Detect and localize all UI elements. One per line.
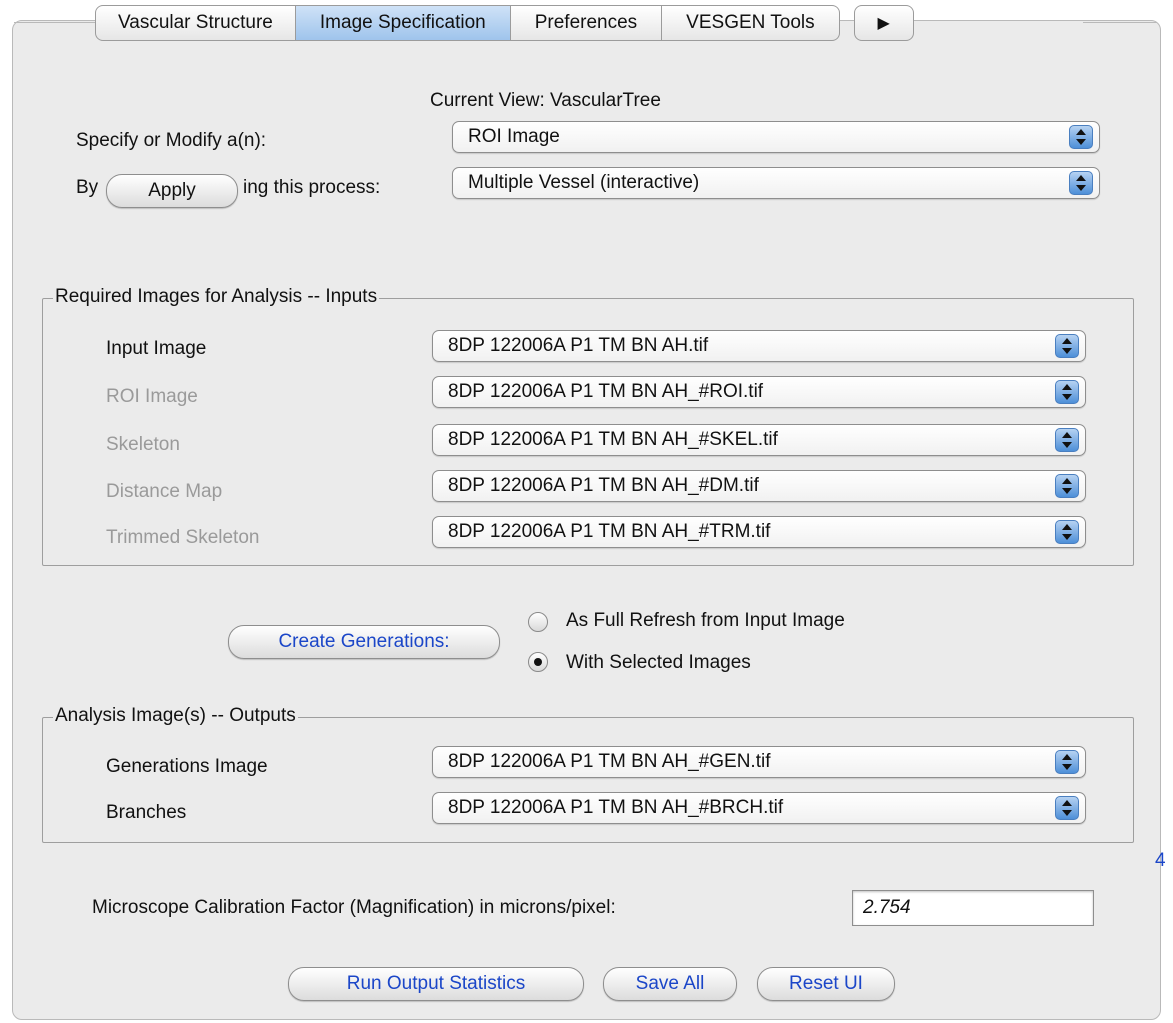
trimmed-skeleton-select[interactable]: 8DP 122006A P1 TM BN AH_#TRM.tif (432, 516, 1086, 548)
calibration-label: Microscope Calibration Factor (Magnifica… (92, 897, 616, 918)
distance-map-label: Distance Map (106, 481, 223, 502)
current-view-label: Current View: VascularTree (430, 90, 661, 111)
reset-ui-button[interactable]: Reset UI (757, 967, 895, 1001)
select-arrows-icon (1055, 796, 1079, 820)
select-arrows-icon (1055, 750, 1079, 774)
select-arrows-icon (1069, 171, 1093, 195)
roi-image-select[interactable]: 8DP 122006A P1 TM BN AH_#ROI.tif (432, 376, 1086, 408)
trimmed-skeleton-value: 8DP 122006A P1 TM BN AH_#TRM.tif (448, 521, 771, 542)
play-arrow-icon: ▶ (877, 15, 890, 32)
outputs-group-title: Analysis Image(s) -- Outputs (53, 705, 298, 727)
branches-label: Branches (106, 802, 187, 823)
by-label: By (76, 177, 99, 198)
skeleton-label: Skeleton (106, 434, 180, 455)
specify-select[interactable]: ROI Image (452, 121, 1100, 153)
input-image-select[interactable]: 8DP 122006A P1 TM BN AH.tif (432, 330, 1086, 362)
calibration-value: 2.754 (863, 897, 911, 918)
tab-vesgen-tools[interactable]: VESGEN Tools (662, 5, 840, 41)
branches-value: 8DP 122006A P1 TM BN AH_#BRCH.tif (448, 797, 784, 818)
specify-select-value: ROI Image (468, 126, 560, 147)
trimmed-skeleton-label: Trimmed Skeleton (106, 527, 260, 548)
side-number: 4 (1155, 850, 1166, 871)
apply-button[interactable]: Apply (106, 174, 238, 208)
process-select[interactable]: Multiple Vessel (interactive) (452, 167, 1100, 199)
tab-scroll-button[interactable]: ▶ (853, 5, 914, 41)
radio-selected-images[interactable] (528, 652, 548, 672)
select-arrows-icon (1055, 334, 1079, 358)
radio-full-refresh[interactable] (528, 612, 548, 632)
radio-full-refresh-label: As Full Refresh from Input Image (566, 610, 845, 631)
specify-label: Specify or Modify a(n): (76, 130, 267, 151)
input-image-value: 8DP 122006A P1 TM BN AH.tif (448, 335, 709, 356)
radio-selected-images-label: With Selected Images (566, 652, 751, 673)
roi-image-label: ROI Image (106, 386, 198, 407)
process-select-value: Multiple Vessel (interactive) (468, 172, 700, 193)
select-arrows-icon (1055, 474, 1079, 498)
inputs-group-title: Required Images for Analysis -- Inputs (53, 286, 380, 308)
calibration-input[interactable]: 2.754 (852, 890, 1094, 926)
tab-image-specification[interactable]: Image Specification (295, 5, 511, 41)
select-arrows-icon (1069, 125, 1093, 149)
roi-image-value: 8DP 122006A P1 TM BN AH_#ROI.tif (448, 381, 764, 402)
skeleton-select[interactable]: 8DP 122006A P1 TM BN AH_#SKEL.tif (432, 424, 1086, 456)
tab-divider-right (1083, 22, 1157, 23)
input-image-label: Input Image (106, 338, 207, 359)
run-output-statistics-button[interactable]: Run Output Statistics (288, 967, 584, 1001)
distance-map-value: 8DP 122006A P1 TM BN AH_#DM.tif (448, 475, 759, 496)
generations-image-select[interactable]: 8DP 122006A P1 TM BN AH_#GEN.tif (432, 746, 1086, 778)
skeleton-value: 8DP 122006A P1 TM BN AH_#SKEL.tif (448, 429, 778, 450)
select-arrows-icon (1055, 380, 1079, 404)
save-all-button[interactable]: Save All (603, 967, 737, 1001)
outputs-group: Analysis Image(s) -- Outputs (42, 705, 1134, 843)
generations-image-label: Generations Image (106, 756, 268, 777)
tab-bar: Vascular Structure Image Specification P… (95, 5, 914, 41)
select-arrows-icon (1055, 520, 1079, 544)
select-arrows-icon (1055, 428, 1079, 452)
distance-map-select[interactable]: 8DP 122006A P1 TM BN AH_#DM.tif (432, 470, 1086, 502)
tab-preferences[interactable]: Preferences (510, 5, 663, 41)
branches-select[interactable]: 8DP 122006A P1 TM BN AH_#BRCH.tif (432, 792, 1086, 824)
tab-vascular-structure[interactable]: Vascular Structure (95, 5, 296, 41)
process-label: ing this process: (243, 177, 381, 198)
generations-image-value: 8DP 122006A P1 TM BN AH_#GEN.tif (448, 751, 771, 772)
create-generations-button[interactable]: Create Generations: (228, 625, 500, 659)
tab-divider-left (14, 22, 96, 23)
